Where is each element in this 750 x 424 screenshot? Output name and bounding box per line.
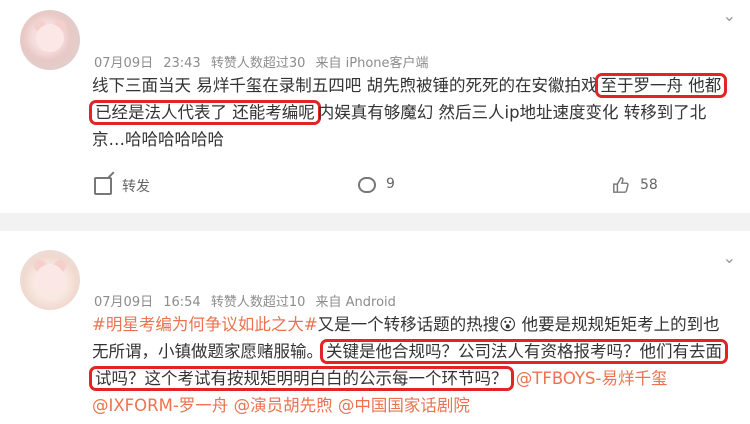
text-segment: 线下三面当天 易烊千玺在录制五四吧 胡先煦被锤的死死的在安徽拍戏 [92,76,598,95]
comment-text: 线下三面当天 易烊千玺在录制五四吧 胡先煦被锤的死死的在安徽拍戏 至于罗一舟 他都… [89,72,732,153]
text-segment: 京…哈哈哈哈哈哈 [92,130,224,149]
highlight-box: 试吗？这个考试有按规矩明明白白的公示每一个环节吗？ [89,366,514,391]
like-button[interactable]: 58 [612,176,658,194]
highlight-box: 关键是他合规吗？公司法人有资格报考吗？他们有去面 [320,339,728,364]
highlight-box: 已经是法人代表了 还能考编呢 [89,100,321,125]
divider [0,213,750,231]
comment-card-1: ⌄ 07月09日 23:43 转赞人数超过30 来自 iPhone客户端 线下三… [0,0,750,213]
mention-link[interactable]: @TFBOYS-易烊千玺 [516,369,668,388]
comment-source: 来自 Android [315,295,396,310]
text-segment: 无所谓，小镇做题家愿赌服输。 [92,342,323,361]
comment-time: 16:54 [163,295,201,310]
comment-text: #明星考编为何争议如此之大#又是一个转移话题的热搜😮 他要是规规矩矩考上的到也 … [89,311,732,419]
avatar[interactable] [20,250,80,310]
mention-link[interactable]: @演员胡先煦 [234,396,333,415]
comment-date: 07月09日 [94,56,154,71]
like-count: 58 [640,177,658,193]
hashtag-link[interactable]: #明星考编为何争议如此之大# [92,315,318,334]
comment-time: 23:43 [163,56,201,71]
comment-icon [358,177,376,193]
comment-meta: 07月09日 23:43 转赞人数超过30 来自 iPhone客户端 [94,52,435,71]
avatar[interactable] [20,10,80,70]
repost-count: 转赞人数超过10 [210,295,306,310]
highlight-box: 至于罗一舟 他都 [594,73,728,98]
thumbs-up-icon [613,177,629,193]
share-button[interactable]: 转发 [94,176,150,196]
share-label: 转发 [122,179,150,195]
comment-button[interactable]: 9 [358,176,395,193]
mention-link[interactable]: @中国国家话剧院 [338,396,470,415]
text-segment: 又是一个转移话题的热搜😮 他要是规规矩矩考上的到也 [317,315,720,334]
comment-date: 07月09日 [94,295,154,310]
comment-meta: 07月09日 16:54 转赞人数超过10 来自 Android [94,291,402,310]
share-icon [94,177,112,195]
more-chevron-icon[interactable]: ⌄ [723,6,736,25]
more-chevron-icon[interactable]: ⌄ [723,248,736,267]
comment-count: 9 [386,176,395,192]
text-segment: 内娱真有够魔幻 然后三人ip地址速度变化 转移到了北 [317,103,707,122]
repost-count: 转赞人数超过30 [210,56,306,71]
comment-source: 来自 iPhone客户端 [315,56,429,71]
mention-link[interactable]: @IXFORM-罗一舟 [92,396,228,415]
action-bar: 转发 9 58 [0,172,750,202]
